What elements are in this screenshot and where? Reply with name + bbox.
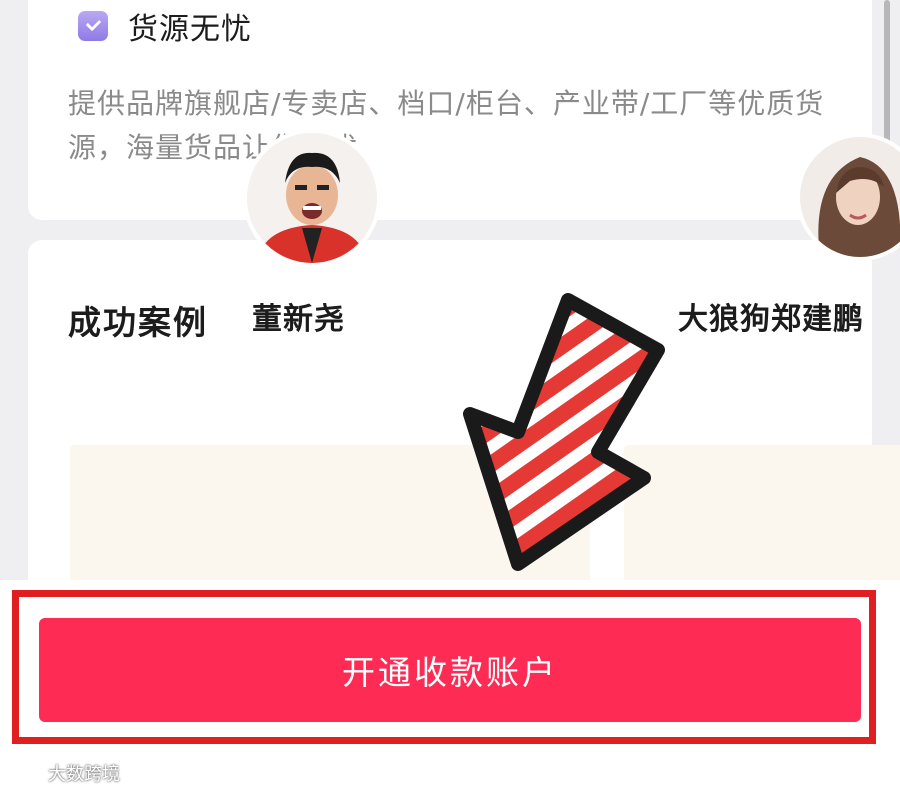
avatar-man-icon [247,133,377,263]
feature-title-row: 货源无忧 [78,4,252,48]
feature-card: 货源无忧 提供品牌旗舰店/专卖店、档口/柜台、产业带/工厂等优质货源，海量货品让… [28,0,872,220]
watermark: 大数跨境 [8,760,120,786]
case-name: 董新尧 [252,302,345,337]
cases-title: 成功案例 [68,303,208,342]
feature-title: 货源无忧 [128,12,252,47]
watermark-logo-icon [9,766,40,780]
watermark-text: 大数跨境 [48,764,120,785]
open-payment-account-button[interactable]: 开通收款账户 [39,618,861,722]
feature-description: 提供品牌旗舰店/专卖店、档口/柜台、产业带/工厂等优质货源，海量货品让你无忧 [68,87,825,164]
avatar [247,133,377,263]
bag-check-icon [78,11,108,41]
striped-arrow-icon [463,293,665,571]
case-name: 大狼狗郑建鹏 [678,302,864,337]
